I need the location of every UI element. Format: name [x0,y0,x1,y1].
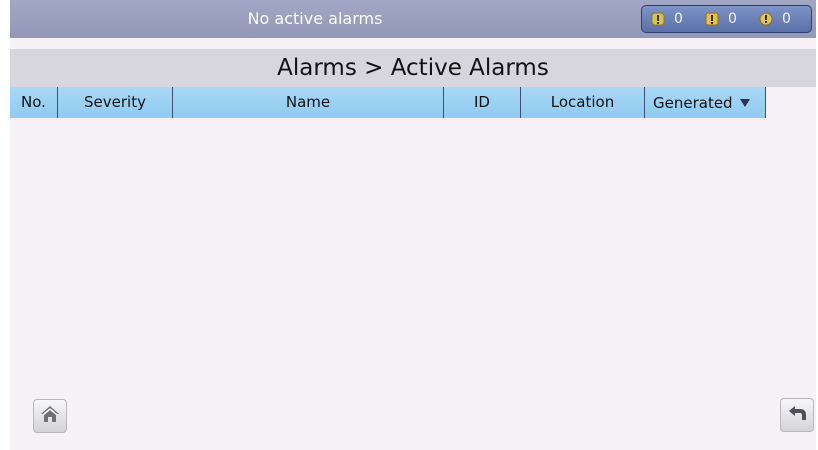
critical-alarm-icon [759,12,773,26]
back-arrow-icon [786,403,808,427]
alarm-counter-panel[interactable]: 0 0 0 [641,5,812,33]
minor-alarm-counter: 0 [651,11,705,27]
critical-alarm-counter: 0 [759,11,805,27]
alarm-table-header: No. Severity Name ID Location Generated [10,87,766,118]
column-header-location[interactable]: Location [521,87,645,118]
major-alarm-count: 0 [728,11,737,27]
column-header-id[interactable]: ID [444,87,521,118]
column-header-generated[interactable]: Generated [645,87,766,118]
column-header-severity[interactable]: Severity [58,87,173,118]
sort-descending-icon [739,98,750,107]
minor-alarm-count: 0 [674,11,683,27]
alarm-screen: No active alarms 0 0 0 Alarms > Active A… [10,0,816,450]
column-header-no[interactable]: No. [10,87,58,118]
critical-alarm-count: 0 [782,11,791,27]
major-alarm-icon [705,12,719,26]
column-header-generated-label: Generated [653,93,733,112]
alarm-table-body [10,118,816,388]
column-header-name[interactable]: Name [173,87,444,118]
home-button[interactable] [33,399,67,433]
page-title: Alarms > Active Alarms [277,55,549,81]
major-alarm-counter: 0 [705,11,759,27]
alarm-status-message: No active alarms [247,9,383,28]
back-button[interactable] [780,398,814,432]
status-bar: No active alarms 0 0 0 [10,0,816,38]
minor-alarm-icon [651,12,665,26]
home-icon [39,404,61,428]
